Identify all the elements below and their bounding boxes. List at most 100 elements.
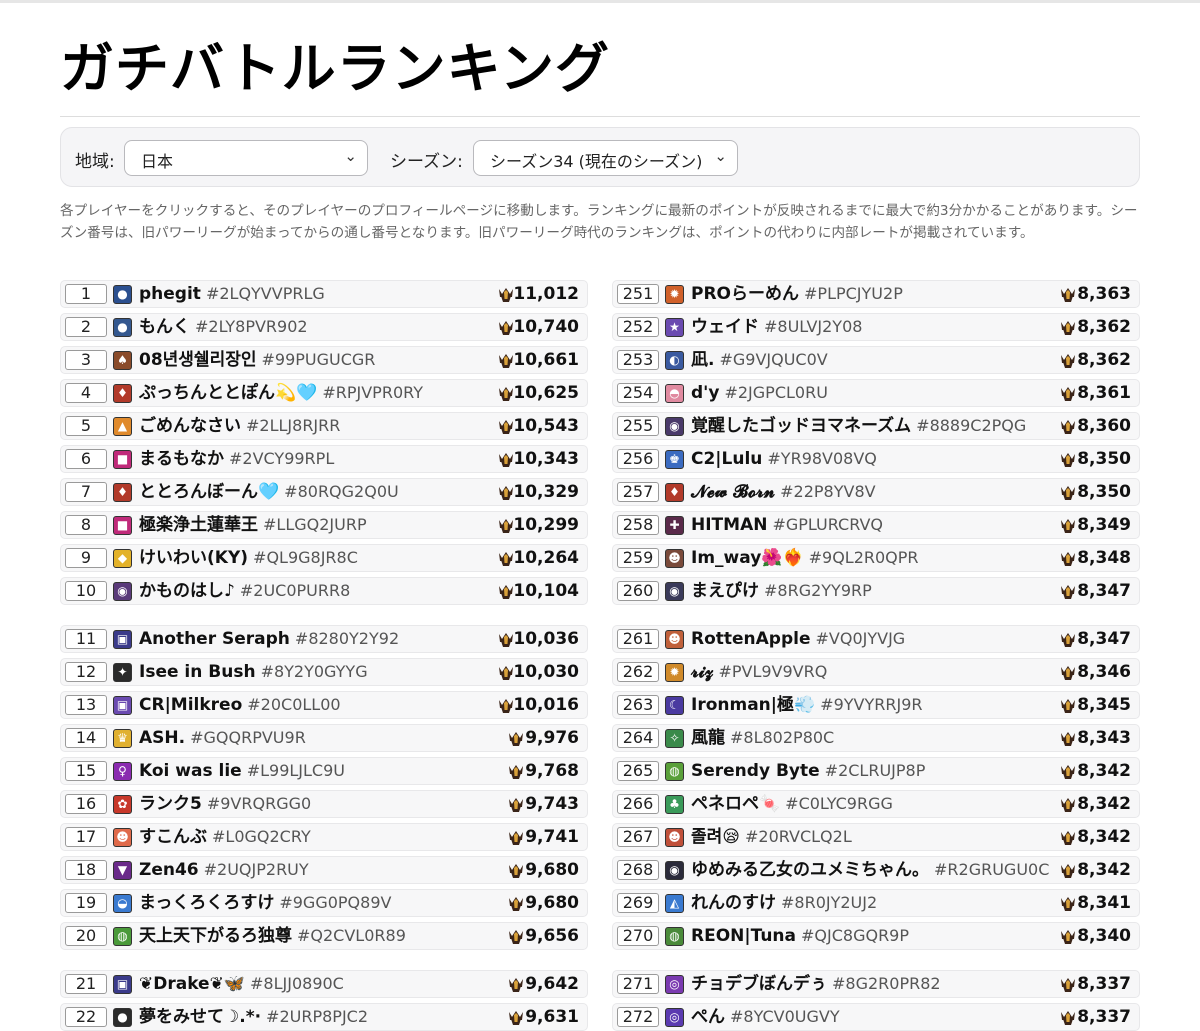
ranking-row[interactable]: 262 ✹ 𝓻𝓲𝔃 #PVL9V9VRQ 8,346 (612, 658, 1140, 686)
ranking-row[interactable]: 258 ✚ HITMAN #GPLURCRVQ 8,349 (612, 511, 1140, 539)
ranking-row[interactable]: 15 ♀ Koi was lie #L99LJLC9U 9,768 (60, 757, 588, 785)
ranking-row[interactable]: 16 ✿ ランク5 #9VRQRGG0 9,743 (60, 790, 588, 818)
player-name: 極楽浄土蓮華王 #LLGQ2JURP (139, 514, 367, 536)
region-select[interactable]: 日本 ⌄ (124, 140, 368, 176)
player-name: れんのすけ #8R0JY2UJ2 (691, 892, 877, 914)
ranking-row[interactable]: 11 ▣ Another Seraph #8280Y2Y92 10,036 (60, 625, 588, 653)
ranking-row[interactable]: 4 ♦ ぷっちんととぽん💫🩵 #RPJVPR0RY 10,625 (60, 379, 588, 407)
rank-number: 12 (65, 662, 107, 682)
ranking-row[interactable]: 254 ◓ d'y #2JGPCL0RU 8,361 (612, 379, 1140, 407)
ranking-row[interactable]: 261 ☻ RottenApple #VQ0JYVJG 8,347 (612, 625, 1140, 653)
player-name: 覚醒したゴッドヨマネーズム #8889C2PQG (691, 415, 1026, 437)
player-tag: #2UC0PURR8 (239, 581, 351, 600)
ranking-row[interactable]: 10 ◉ かものはし♪ #2UC0PURR8 10,104 (60, 577, 588, 605)
ghost-icon: ◉ (665, 861, 684, 880)
ranking-row[interactable]: 251 ✹ PROらーめん #PLPCJYU2P 8,363 (612, 280, 1140, 308)
ranking-row[interactable]: 19 ◒ まっくろくろすけ #9GG0PQ89V 9,680 (60, 889, 588, 917)
ranking-row[interactable]: 270 ◍ REON|Tuna #QJC8GQR9P 8,340 (612, 922, 1140, 950)
frog-icon: ◍ (665, 762, 684, 781)
trophy-points: 10,016 (513, 695, 579, 715)
player-name: かものはし♪ #2UC0PURR8 (139, 580, 350, 602)
player-name-text: もんく (139, 317, 190, 337)
trophy-points: 10,543 (513, 416, 579, 436)
ranking-row[interactable]: 263 ☾ Ironman|極💨 #9YVYRRJ9R 8,345 (612, 691, 1140, 719)
ranking-row[interactable]: 18 ▼ Zen46 #2UQJP2RUY 9,680 (60, 856, 588, 884)
ranking-row[interactable]: 268 ◉ ゆめみる乙女のユメミちゃん。 #R2GRUGU0C 8,342 (612, 856, 1140, 884)
ranking-row[interactable]: 20 ◍ 天上天下がるろ独尊 #Q2CVL0R89 9,656 (60, 922, 588, 950)
player-name-text: 凪. (691, 350, 715, 370)
rank-number: 22 (65, 1007, 107, 1027)
player-tag: #8RG2YY9RP (764, 581, 872, 600)
trophy-points: 10,264 (513, 548, 579, 568)
rank-number: 13 (65, 695, 107, 715)
ranking-row[interactable]: 3 ♠ 08년생쉘리장인 #99PUGUCGR 10,661 (60, 346, 588, 374)
bird-icon: ◭ (665, 894, 684, 913)
lion-icon: ✹ (665, 663, 684, 682)
player-name-text: Koi was lie (139, 761, 242, 781)
trophy-points: 8,337 (1077, 1007, 1131, 1027)
player-name-text: Ironman|極💨 (691, 695, 816, 715)
rank-number: 18 (65, 860, 107, 880)
trophy-points: 8,346 (1077, 662, 1131, 682)
ranking-row[interactable]: 17 ☻ すこんぶ #L0GQ2CRY 9,741 (60, 823, 588, 851)
ranking-row[interactable]: 271 ◎ チョデブぼんデぅ #8G2R0PR82 8,337 (612, 970, 1140, 998)
ranking-row[interactable]: 267 ☻ 졸려😪 #20RVCLQ2L 8,342 (612, 823, 1140, 851)
ranking-row[interactable]: 272 ◎ ぺん #8YCV0UGVY 8,337 (612, 1003, 1140, 1031)
trophy-icon (507, 763, 525, 781)
ranking-row[interactable]: 2 ● もんく #2LY8PVR902 10,740 (60, 313, 588, 341)
ranking-row[interactable]: 6 ■ まるもなか #2VCY99RPL 10,343 (60, 445, 588, 473)
ranking-row[interactable]: 269 ◭ れんのすけ #8R0JY2UJ2 8,341 (612, 889, 1140, 917)
ranking-row[interactable]: 257 ♦ 𝓝𝓮𝔀 𝓑𝓸𝓻𝓷 #22P8YV8V 8,350 (612, 478, 1140, 506)
rank-number: 6 (65, 449, 107, 469)
ranking-row[interactable]: 253 ◐ 凪. #G9VJQUC0V 8,362 (612, 346, 1140, 374)
ranking-row[interactable]: 12 ✦ Isee in Bush #8Y2Y0GYYG 10,030 (60, 658, 588, 686)
trophy-icon (1059, 550, 1077, 568)
player-name: Serendy Byte #2CLRUJP8P (691, 760, 925, 782)
trophy-icon (497, 319, 515, 337)
rank-number: 272 (617, 1007, 659, 1027)
rank-number: 253 (617, 350, 659, 370)
season-select[interactable]: シーズン34 (現在のシーズン) ⌄ (473, 140, 738, 176)
trophy-points: 9,743 (525, 794, 579, 814)
ranking-row[interactable]: 252 ★ ウェイド #8ULVJ2Y08 8,362 (612, 313, 1140, 341)
player-tag: #LLGQ2JURP (263, 515, 367, 534)
trophy-points: 9,976 (525, 728, 579, 748)
player-name: 夢をみせて☽.*· #2URP8PJC2 (139, 1006, 368, 1028)
ranking-row[interactable]: 7 ♦ ととろんぼーん🩵 #80RQG2Q0U 10,329 (60, 478, 588, 506)
hero-icon: ♦ (665, 483, 684, 502)
ranking-row[interactable]: 21 ▣ ❦Drake❦🦋 #8LJJ0890C 9,642 (60, 970, 588, 998)
player-tag: #8889C2PQG (916, 416, 1027, 435)
ranking-row[interactable]: 9 ◆ けいわい(KY) #QL9G8JR8C 10,264 (60, 544, 588, 572)
player-tag: #8R0JY2UJ2 (781, 893, 878, 912)
king-icon: ♚ (665, 450, 684, 469)
ranking-row[interactable]: 264 ✧ 風龍 #8L802P80C 8,343 (612, 724, 1140, 752)
player-name: ASH. #GQQRPVU9R (139, 727, 306, 749)
ranking-row[interactable]: 256 ♚ C2|Lulu #YR98V08VQ 8,350 (612, 445, 1140, 473)
player-tag: #9YVYRRJ9R (820, 695, 923, 714)
ranking-row[interactable]: 259 ☻ Im_way🌺❤️‍🔥 #9QL2R0QPR 8,348 (612, 544, 1140, 572)
dragon-icon: ✧ (665, 729, 684, 748)
ranking-row[interactable]: 260 ◉ まえぴけ #8RG2YY9RP 8,347 (612, 577, 1140, 605)
ranking-row[interactable]: 8 ■ 極楽浄土蓮華王 #LLGQ2JURP 10,299 (60, 511, 588, 539)
ranking-row[interactable]: 22 ● 夢をみせて☽.*· #2URP8PJC2 9,631 (60, 1003, 588, 1031)
trophy-points: 8,349 (1077, 515, 1131, 535)
ranking-row[interactable]: 5 ▲ ごめんなさい #2LLJ8RJRR 10,543 (60, 412, 588, 440)
face-icon: ☻ (665, 828, 684, 847)
ranking-row[interactable]: 1 ● phegit #2LQYVVPRLG 11,012 (60, 280, 588, 308)
rank-number: 20 (65, 926, 107, 946)
rank-number: 17 (65, 827, 107, 847)
player-tag: #C0LYC9RGG (785, 794, 893, 813)
player-name: ごめんなさい #2LLJ8RJRR (139, 415, 340, 437)
ranking-row[interactable]: 265 ◍ Serendy Byte #2CLRUJP8P 8,342 (612, 757, 1140, 785)
player-name: Koi was lie #L99LJLC9U (139, 760, 345, 782)
player-name: チョデブぼんデぅ #8G2R0PR82 (691, 973, 941, 995)
chevron-down-icon: ⌄ (344, 147, 357, 165)
ranking-row[interactable]: 13 ▣ CR|Milkreo #20C0LL00 10,016 (60, 691, 588, 719)
ranking-row[interactable]: 14 ♛ ASH. #GQQRPVU9R 9,976 (60, 724, 588, 752)
trophy-icon (1059, 385, 1077, 403)
trophy-points: 10,036 (513, 629, 579, 649)
ranking-row[interactable]: 255 ◉ 覚醒したゴッドヨマネーズム #8889C2PQG 8,360 (612, 412, 1140, 440)
player-name: Ironman|極💨 #9YVYRRJ9R (691, 694, 922, 716)
player-tag: #99PUGUCGR (261, 350, 376, 369)
ranking-row[interactable]: 266 ♣ ペネロペ🍬 #C0LYC9RGG 8,342 (612, 790, 1140, 818)
